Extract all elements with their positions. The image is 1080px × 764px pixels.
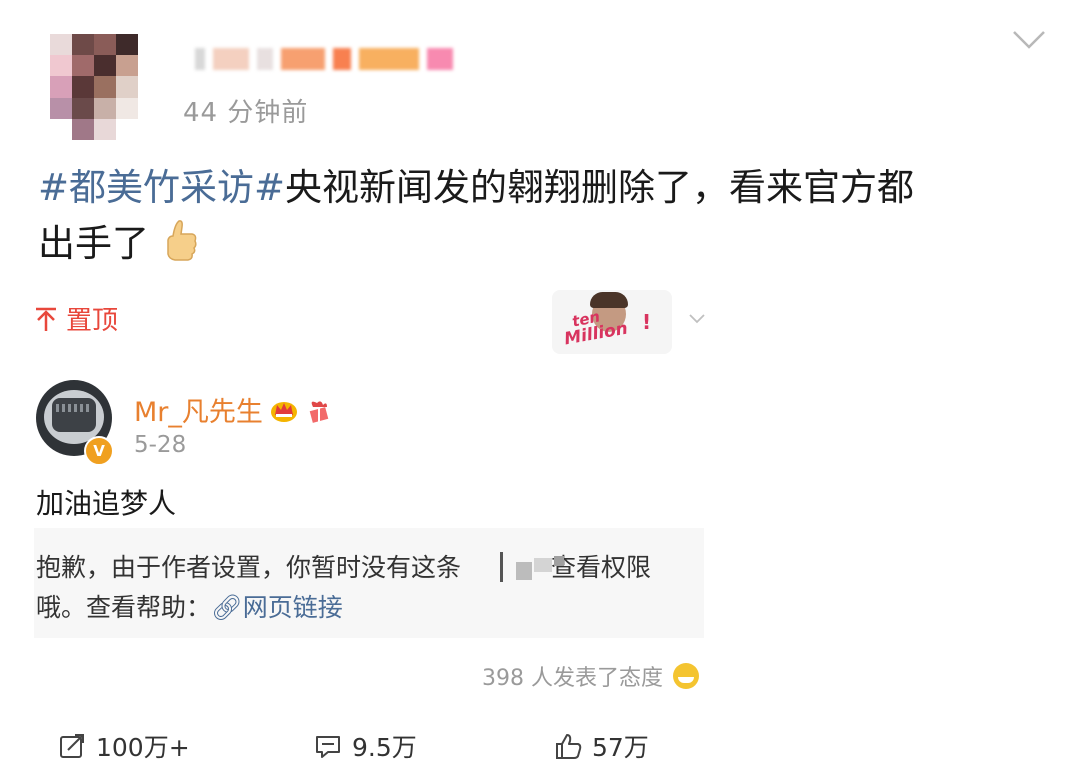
notice-line-2-a: 哦。查看帮助： (36, 593, 212, 622)
redaction-blur (500, 552, 564, 582)
web-link[interactable]: 🔗︎网页链接 (211, 593, 343, 622)
crown-icon (270, 401, 297, 422)
repost-username[interactable]: Mr_凡先生 (134, 390, 263, 429)
verified-badge-icon: V (84, 436, 114, 466)
fan-sticker[interactable]: ten Million ! (552, 290, 672, 354)
permission-notice: 抱歉，由于作者设置，你暂时没有这条 查看权限 哦。查看帮助：🔗︎网页链接 (34, 528, 704, 638)
repost-username-row: Mr_凡先生 (134, 390, 333, 429)
avatar[interactable] (50, 34, 160, 140)
notice-line-1-a: 抱歉，由于作者设置，你暂时没有这条 (36, 553, 462, 582)
username-redacted (195, 46, 453, 72)
link-icon: 🔗︎ (211, 593, 243, 622)
post-timestamp: 44 分钟前 (183, 98, 309, 128)
share-icon (60, 734, 84, 758)
thumbs-up-icon (556, 734, 582, 759)
attitude-summary[interactable]: 398 人发表了态度 (482, 660, 699, 692)
comment-icon (316, 736, 340, 758)
pin-tag[interactable]: 置顶 (34, 300, 118, 337)
laugh-emoji-icon (673, 663, 699, 689)
repost-text: 加油追梦人 (36, 487, 177, 520)
chevron-down-icon[interactable] (688, 312, 706, 326)
notice-line-2: 哦。查看帮助：🔗︎网页链接 (36, 588, 343, 624)
repost-date: 5-28 (134, 432, 187, 458)
thumbs-up-emoji-icon (167, 220, 197, 261)
chevron-down-icon[interactable] (1012, 28, 1046, 52)
like-button[interactable]: 57万 (554, 728, 649, 764)
repost-button[interactable]: 100万+ (58, 728, 190, 764)
post-text-line1: 央视新闻发的翱翔删除了，看来官方都 (285, 166, 915, 209)
repost-count: 100万+ (96, 733, 190, 762)
hashtag-link[interactable]: #都美竹采访# (38, 166, 285, 209)
post-text: #都美竹采访#央视新闻发的翱翔删除了，看来官方都 出手了 (38, 160, 1048, 272)
gift-icon (309, 400, 329, 423)
attitude-text: 398 人发表了态度 (482, 666, 663, 691)
pin-label: 置顶 (66, 306, 119, 336)
web-link-label: 网页链接 (242, 593, 343, 622)
like-count: 57万 (592, 733, 649, 762)
comment-button[interactable]: 9.5万 (314, 728, 417, 764)
post-text-line2: 出手了 (38, 222, 149, 265)
sticker-mark: ! (642, 310, 652, 334)
comment-count: 9.5万 (352, 733, 417, 762)
pin-icon (36, 307, 56, 331)
